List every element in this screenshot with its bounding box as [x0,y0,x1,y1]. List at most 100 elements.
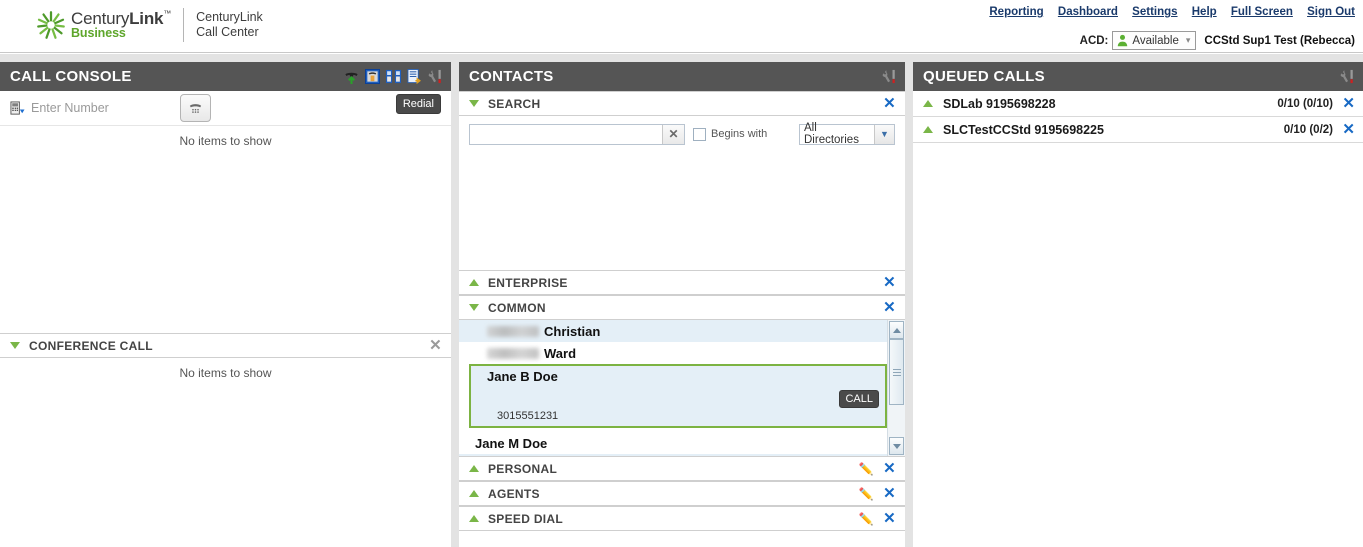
close-icon[interactable]: ✕ [883,300,896,315]
call-console-title: CALL CONSOLE [10,68,132,85]
group-icon[interactable] [386,69,401,84]
acd-status-row: ACD: Available ▾ CCStd Sup1 Test (Rebecc… [1080,31,1355,50]
enterprise-section-actions: ✕ [883,271,896,294]
close-icon[interactable]: ✕ [883,275,896,290]
triangle-up-icon[interactable] [469,515,479,522]
nav-link-sign-out[interactable]: Sign Out [1307,6,1355,18]
agents-section-header[interactable]: AGENTS ✏️ ✕ [459,481,905,506]
call-button[interactable]: CALL [839,390,879,408]
desk-phone-icon [10,100,25,115]
arrow-down-icon [892,443,901,449]
redacted-first-name [487,325,539,337]
contact-last-name: Christian [544,323,601,339]
triangle-up-icon[interactable] [469,490,479,497]
close-icon[interactable]: ✕ [1342,122,1355,137]
dialpad-button[interactable] [180,94,211,122]
common-contacts-list: Christian Ward Jane B Doe 3015551231 CAL… [459,320,905,456]
triangle-up-icon[interactable] [469,279,479,286]
conference-call-section-header[interactable]: CONFERENCE CALL ✕ [0,333,451,358]
acd-status-dropdown[interactable]: Available ▾ [1112,31,1197,50]
search-section-header[interactable]: SEARCH ✕ [459,91,905,116]
search-input[interactable] [470,124,662,144]
search-body: ✕ Begins with All Directories ▼ [459,116,905,270]
close-icon[interactable]: ✕ [883,511,896,526]
directory-selected-value: All Directories [804,122,859,146]
app-title-line2: Call Center [196,25,259,39]
begins-with-checkbox[interactable] [693,127,706,141]
common-section-actions: ✕ [883,296,896,319]
selected-contact-card[interactable]: Jane B Doe 3015551231 CALL [469,364,887,428]
common-section-header[interactable]: COMMON ✕ [459,295,905,320]
nav-link-dashboard[interactable]: Dashboard [1058,6,1118,18]
queued-calls-title: QUEUED CALLS [923,68,1045,85]
options-icon[interactable] [1340,69,1355,84]
search-section-actions: ✕ [883,92,896,115]
contacts-title: CONTACTS [469,68,554,85]
queued-calls-header: QUEUED CALLS [913,62,1363,91]
personal-section-actions: ✏️ ✕ [859,457,896,480]
queued-calls-toolbar [1340,62,1355,91]
logged-in-user: CCStd Sup1 Test (Rebecca) [1204,34,1355,47]
call-history-icon[interactable] [407,69,422,84]
triangle-up-icon[interactable] [923,100,933,107]
close-icon[interactable]: ✕ [1342,96,1355,111]
acd-status-value: Available [1132,34,1179,47]
agents-section-title: AGENTS [488,486,540,501]
queue-name: SDLab 9195698228 [943,96,1056,111]
enter-number-input[interactable]: Enter Number [31,101,441,115]
chevron-down-icon[interactable]: ▼ [874,124,894,144]
logo-century-text: Century [71,8,130,28]
dialer-row: Enter Number Redial [0,91,451,125]
options-icon[interactable] [882,69,897,84]
nav-link-help[interactable]: Help [1192,6,1217,18]
enterprise-section-header[interactable]: ENTERPRISE ✕ [459,270,905,295]
scroll-down-button[interactable] [889,437,904,455]
queue-row[interactable]: SLCTestCCStd 9195698225 0/10 (0/2) ✕ [913,117,1363,143]
scroll-up-button[interactable] [889,321,904,339]
queue-count: 0/10 (0/2) [1283,123,1333,136]
edit-pencil-icon[interactable]: ✏️ [859,487,874,501]
personal-section-header[interactable]: PERSONAL ✏️ ✕ [459,456,905,481]
chevron-down-icon: ▾ [1185,35,1191,45]
edit-pencil-icon[interactable]: ✏️ [859,512,874,526]
common-section-title: COMMON [488,300,546,315]
clear-search-icon[interactable]: ✕ [662,124,684,144]
queue-name: SLCTestCCStd 9195698225 [943,122,1104,137]
close-icon[interactable]: ✕ [883,461,896,476]
edit-pencil-icon[interactable]: ✏️ [859,462,874,476]
close-icon[interactable]: ✕ [883,486,896,501]
queue-row[interactable]: SDLab 9195698228 0/10 (0/10) ✕ [913,91,1363,117]
speed-dial-section-actions: ✏️ ✕ [859,507,896,530]
transfer-call-icon[interactable] [344,69,359,84]
triangle-down-icon[interactable] [10,342,20,349]
contacts-scrollbar[interactable] [887,320,905,456]
triangle-up-icon[interactable] [923,126,933,133]
search-section-title: SEARCH [488,96,541,111]
triangle-down-icon[interactable] [469,100,479,107]
list-item[interactable]: Ward [459,342,887,364]
directory-dropdown[interactable]: All Directories ▼ [799,122,895,146]
begins-with-checkbox-wrapper[interactable]: Begins with [693,127,767,141]
contacts-header: CONTACTS [459,62,905,91]
selected-contact-name: Jane B Doe [487,369,558,384]
list-item[interactable]: Jane M Doe [459,432,887,454]
close-icon[interactable]: ✕ [883,96,896,111]
close-icon[interactable]: ✕ [429,338,442,353]
conference-icon[interactable] [365,69,380,84]
call-console-panel: CALL CONSOLE Enter Number Redial No item… [0,62,451,547]
centurylink-logo: CenturyLink™ Business CenturyLink Call C… [36,8,263,42]
active-calls-list: No items to show [0,125,451,333]
options-icon[interactable] [428,69,443,84]
list-item[interactable]: Christian [459,320,887,342]
contacts-panel: CONTACTS SEARCH ✕ ✕ Begins with All Dire… [459,62,905,547]
triangle-down-icon[interactable] [469,304,479,311]
nav-link-full-screen[interactable]: Full Screen [1231,6,1293,18]
contact-rows-after-selection: Jane M Doe [459,432,887,456]
speed-dial-section-header[interactable]: SPEED DIAL ✏️ ✕ [459,506,905,531]
nav-link-reporting[interactable]: Reporting [989,6,1043,18]
redial-button[interactable]: Redial [395,94,441,114]
nav-link-settings[interactable]: Settings [1132,6,1177,18]
triangle-up-icon[interactable] [469,465,479,472]
search-results-area [459,152,905,270]
scrollbar-thumb[interactable] [889,339,904,405]
